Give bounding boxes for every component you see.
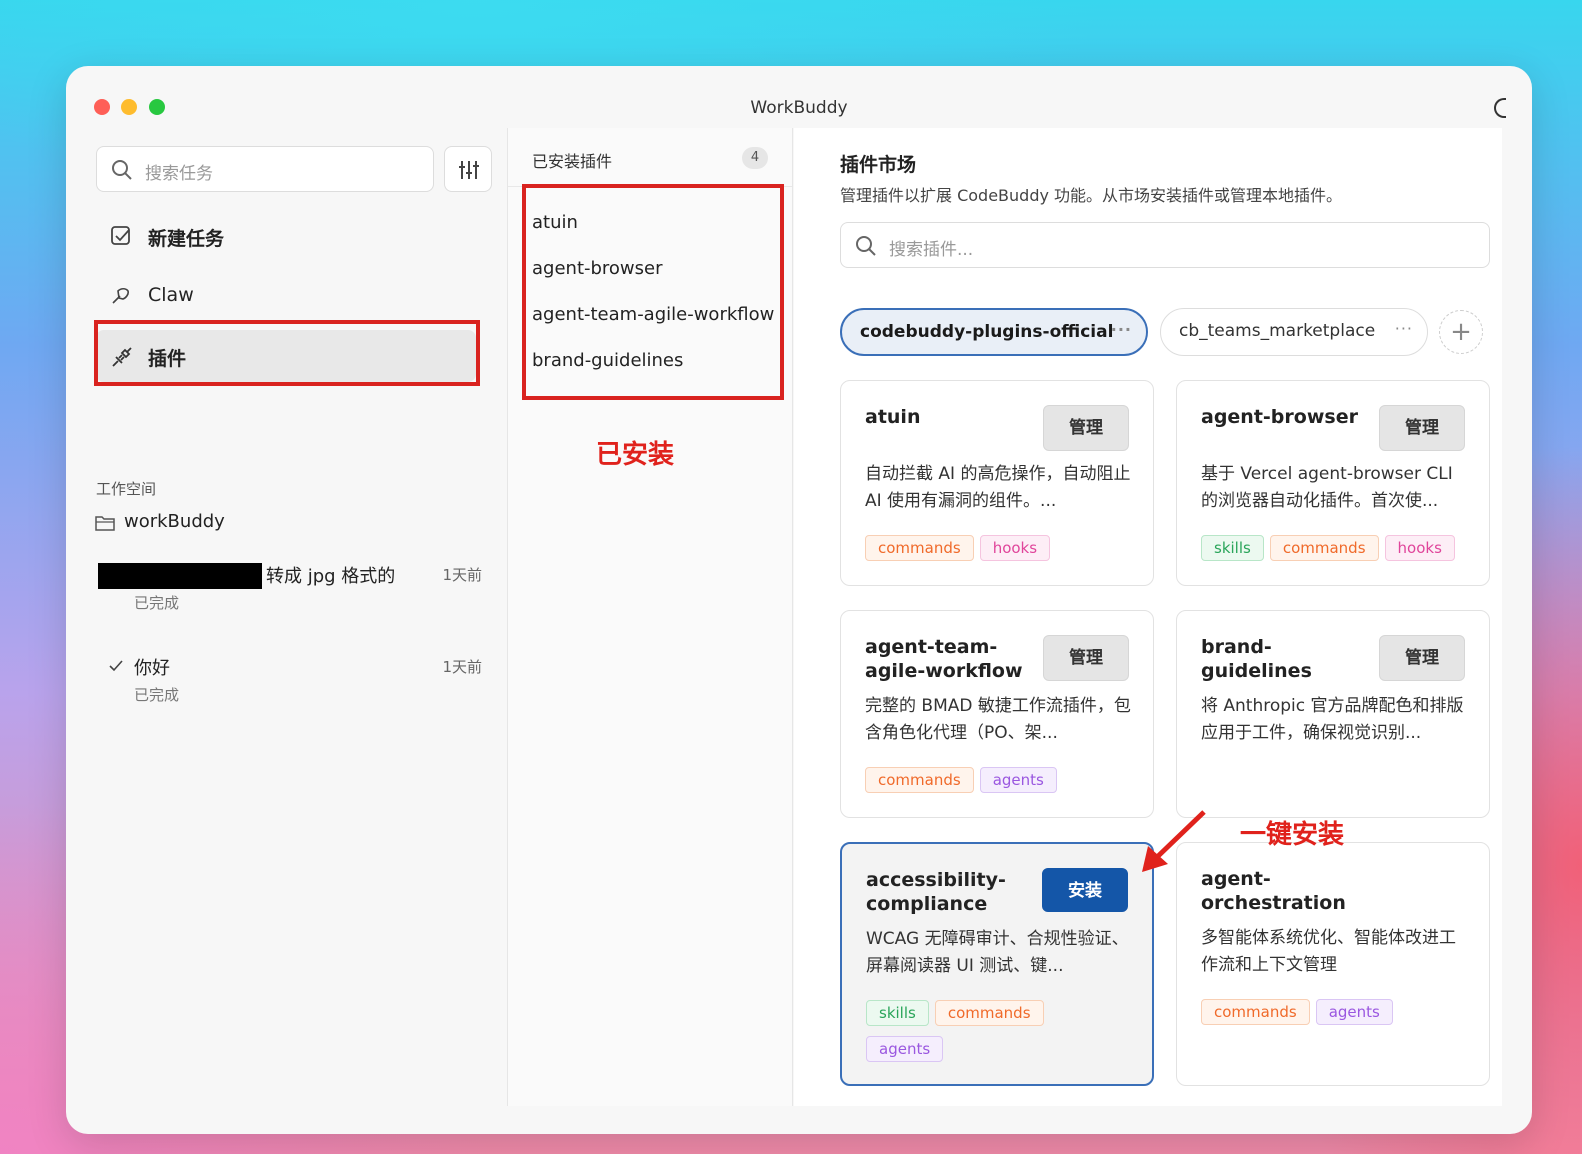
annotation-one-click-install: 一键安装 — [1240, 820, 1345, 850]
manage-button[interactable]: 管理 — [1043, 405, 1129, 451]
plugin-card-atuin[interactable]: atuin 管理 自动拦截 AI 的高危操作，自动阻止 AI 使用有漏洞的组件。… — [840, 380, 1154, 586]
nav-new-task[interactable]: 新建任务 — [96, 210, 476, 262]
tag-agents: agents — [866, 1036, 944, 1062]
source-tab-label: codebuddy-plugins-official — [860, 322, 1114, 342]
plugin-tags: skills commands agents — [866, 1000, 1132, 1072]
annotation-arrow-icon — [1142, 810, 1206, 872]
title-bar: WorkBuddy — [66, 66, 1532, 128]
nav-claw[interactable]: Claw — [96, 270, 476, 322]
sliders-icon — [459, 161, 479, 179]
plugin-tags: commands agents — [1201, 999, 1469, 1035]
more-icon[interactable]: ··· — [1111, 320, 1132, 339]
manage-button[interactable]: 管理 — [1379, 635, 1465, 681]
plugin-description: 基于 Vercel agent-browser CLI 的浏览器自动化插件。首次… — [1201, 464, 1453, 511]
highlight-box-installed — [522, 184, 784, 400]
plugin-description: 完整的 BMAD 敏捷工作流插件，包含角色化代理（PO、架... — [865, 696, 1131, 743]
source-tab-label: cb_teams_marketplace — [1179, 321, 1376, 341]
plugin-card-accessibility-compliance[interactable]: accessibility-compliance 安装 WCAG 无障碍审计、合… — [840, 842, 1154, 1086]
window-title: WorkBuddy — [750, 98, 848, 118]
nav-claw-label: Claw — [148, 284, 194, 306]
tag-commands: commands — [1269, 535, 1379, 561]
tag-skills: skills — [1201, 535, 1264, 561]
redacted-block — [98, 563, 262, 589]
tag-commands: commands — [1201, 999, 1310, 1025]
tag-commands: commands — [934, 1000, 1044, 1026]
plugin-description: 多智能体系统优化、智能体改进工作流和上下文管理 — [1201, 928, 1456, 975]
plugin-tags: commands hooks — [865, 535, 1133, 571]
installed-header: 已安装插件 — [532, 152, 613, 171]
plugin-description: WCAG 无障碍审计、合规性验证、屏幕阅读器 UI 测试、键... — [866, 929, 1129, 976]
workspace-folder-label: workBuddy — [124, 511, 225, 532]
task-status: 已完成 — [134, 686, 180, 704]
tag-skills: skills — [866, 1000, 929, 1026]
task-item[interactable]: 转成 jpg 格式的 1天前 已完成 — [96, 562, 486, 622]
plugin-name: agent-team-agile-workflow — [865, 636, 1023, 682]
annotation-installed: 已安装 — [596, 440, 675, 470]
nav-new-task-label: 新建任务 — [148, 228, 225, 250]
task-item[interactable]: 你好 1天前 已完成 — [96, 654, 486, 714]
folder-icon — [95, 516, 115, 531]
market-title: 插件市场 — [840, 154, 917, 176]
workspace-label: 工作空间 — [96, 480, 157, 498]
add-source-button[interactable]: + — [1439, 310, 1483, 354]
plugin-card-agent-orchestration[interactable]: agent-orchestration 多智能体系统优化、智能体改进工作流和上下… — [1176, 842, 1490, 1086]
plugin-tags: skills commands hooks — [1201, 535, 1469, 571]
plugin-search-input[interactable]: 搜索插件... — [840, 222, 1490, 268]
plugin-market: 插件市场 管理插件以扩展 CodeBuddy 功能。从市场安装插件或管理本地插件… — [794, 128, 1502, 1106]
app-window: WorkBuddy 搜索任务 新建任务 Claw 插件 工作空间 workBud… — [66, 66, 1532, 1134]
tag-commands: commands — [865, 535, 974, 561]
task-time: 1天前 — [442, 566, 482, 584]
check-icon — [109, 660, 123, 672]
tag-hooks: hooks — [1384, 535, 1455, 561]
task-search-placeholder: 搜索任务 — [145, 164, 213, 184]
plugin-name: brand-guidelines — [1201, 636, 1312, 682]
plugin-name: accessibility-compliance — [866, 869, 1006, 915]
plugin-card-agent-browser[interactable]: agent-browser 管理 基于 Vercel agent-browser… — [1176, 380, 1490, 586]
sidebar: 搜索任务 新建任务 Claw 插件 工作空间 workBuddy 转成 jpg … — [66, 128, 506, 1134]
task-search-input[interactable]: 搜索任务 — [96, 146, 434, 192]
plugin-name: agent-browser — [1201, 406, 1358, 428]
plugin-card-agent-team-agile-workflow[interactable]: agent-team-agile-workflow 管理 完整的 BMAD 敏捷… — [840, 610, 1154, 818]
install-button[interactable]: 安装 — [1042, 868, 1128, 912]
task-title: 转成 jpg 格式的 — [266, 566, 396, 587]
new-task-icon — [111, 226, 130, 245]
manage-button[interactable]: 管理 — [1379, 405, 1465, 451]
task-status: 已完成 — [134, 594, 180, 612]
claw-icon — [112, 287, 129, 304]
plugin-description: 将 Anthropic 官方品牌配色和排版应用于工件，确保视觉识别... — [1201, 696, 1464, 743]
manage-button[interactable]: 管理 — [1043, 635, 1129, 681]
installed-plugins-panel: 已安装插件 4 atuin agent-browser agent-team-a… — [507, 128, 793, 1106]
plugin-tags: commands agents — [865, 767, 1133, 803]
plugin-search-placeholder: 搜索插件... — [889, 240, 974, 260]
search-icon — [856, 236, 876, 256]
installed-count-badge: 4 — [742, 147, 768, 169]
plugin-description: 自动拦截 AI 的高危操作，自动阻止 AI 使用有漏洞的组件。... — [865, 464, 1131, 511]
highlight-box-plugins — [94, 320, 480, 386]
plugin-name: atuin — [865, 406, 921, 428]
market-description: 管理插件以扩展 CodeBuddy 功能。从市场安装插件或管理本地插件。 — [840, 186, 1343, 205]
tag-agents: agents — [1315, 999, 1393, 1025]
task-title: 你好 — [134, 658, 170, 679]
more-icon[interactable]: ··· — [1395, 319, 1413, 338]
plugin-card-brand-guidelines[interactable]: brand-guidelines 管理 将 Anthropic 官方品牌配色和排… — [1176, 610, 1490, 818]
tag-agents: agents — [979, 767, 1057, 793]
filter-button[interactable] — [444, 146, 492, 192]
tag-hooks: hooks — [979, 535, 1051, 561]
search-icon — [112, 160, 132, 180]
task-time: 1天前 — [442, 658, 482, 676]
source-tab-official[interactable]: codebuddy-plugins-official ··· — [840, 308, 1148, 356]
source-tab-teams[interactable]: cb_teams_marketplace ··· — [1160, 308, 1428, 356]
tag-commands: commands — [865, 767, 974, 793]
